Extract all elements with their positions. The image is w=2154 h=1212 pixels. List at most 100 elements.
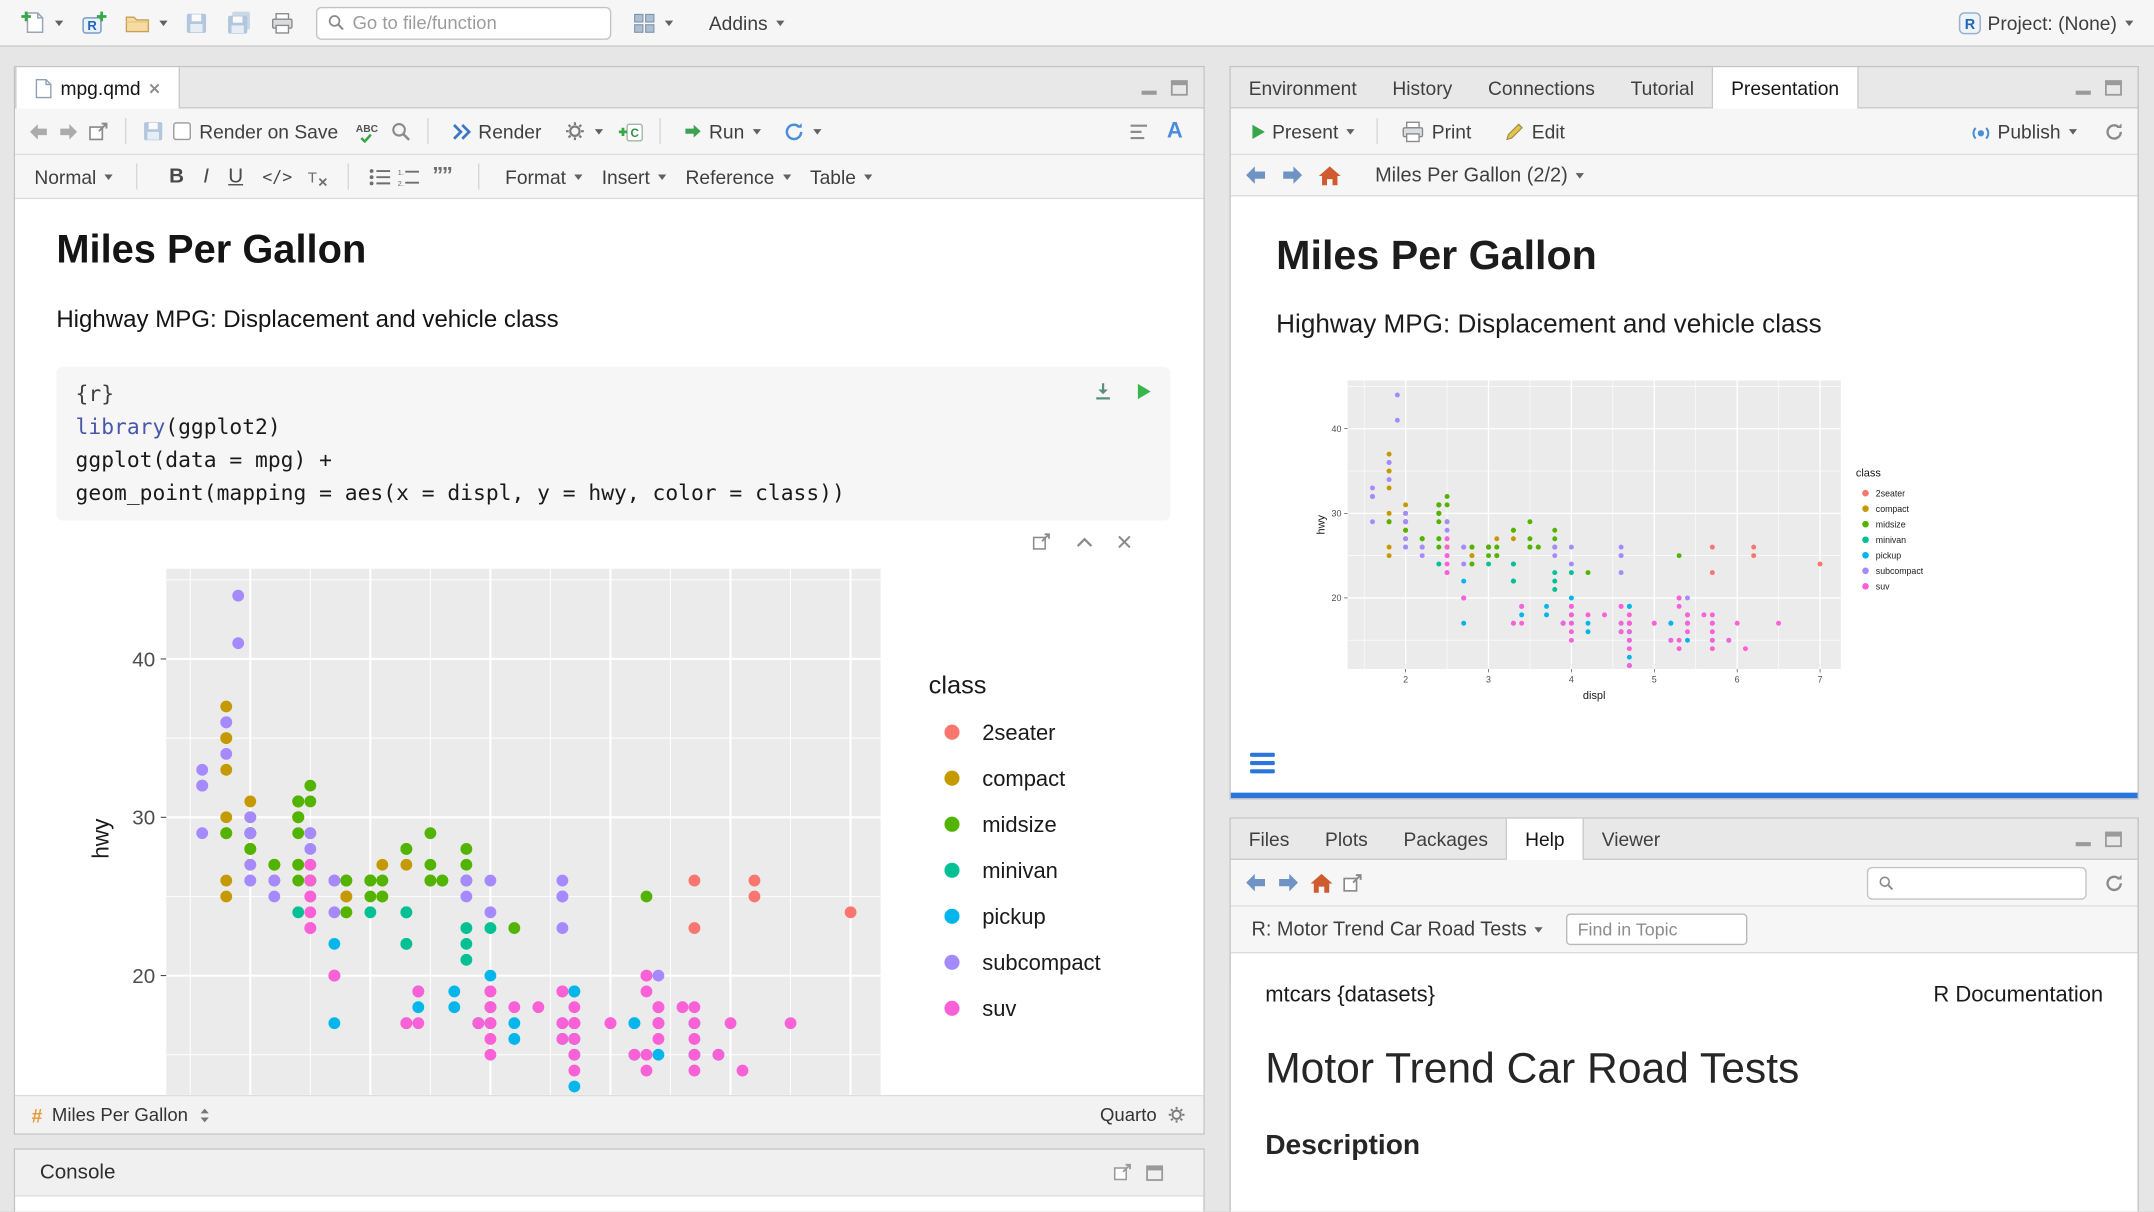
project-menu[interactable]: R Project: (None) — [1950, 8, 2140, 38]
render-on-save-checkbox[interactable] — [173, 122, 191, 140]
presentation-progress-bar[interactable] — [1231, 793, 2138, 798]
close-icon[interactable] — [149, 82, 161, 94]
svg-text:pickup: pickup — [982, 904, 1046, 929]
section-icon: # — [32, 1104, 43, 1126]
addins-button[interactable]: Addins — [702, 9, 791, 36]
tab-tutorial[interactable]: Tutorial — [1613, 67, 1712, 107]
print-button[interactable] — [262, 8, 302, 38]
search-icon[interactable] — [390, 120, 412, 142]
tab-help[interactable]: Help — [1506, 819, 1584, 860]
refresh-icon[interactable] — [2103, 872, 2125, 894]
tab-packages[interactable]: Packages — [1386, 819, 1506, 859]
help-search-input[interactable] — [1902, 872, 2076, 893]
slide-menu-icon[interactable] — [1250, 753, 1275, 773]
run-button[interactable]: Run — [676, 117, 768, 144]
insert-chunk-icon[interactable]: C — [618, 120, 644, 142]
edit-pencil-icon — [1504, 121, 1526, 142]
save-all-icon — [225, 10, 252, 36]
document-format-label[interactable]: Quarto — [1100, 1104, 1157, 1125]
slide-selector[interactable]: Miles Per Gallon (2/2) — [1368, 161, 1591, 188]
tab-mpg-qmd[interactable]: mpg.qmd — [15, 67, 180, 108]
tab-viewer[interactable]: Viewer — [1584, 819, 1678, 859]
tab-plots[interactable]: Plots — [1307, 819, 1385, 859]
run-icon — [683, 122, 704, 140]
output-popout-icon[interactable] — [1032, 532, 1053, 550]
minimize-icon[interactable] — [2074, 79, 2092, 95]
format-options-icon[interactable] — [1166, 1104, 1187, 1125]
popout-icon[interactable] — [1113, 1164, 1134, 1182]
new-file-button[interactable] — [14, 7, 70, 39]
visual-editor[interactable]: Miles Per Gallon Highway MPG: Displaceme… — [15, 199, 1203, 1095]
back-icon[interactable] — [1243, 165, 1268, 186]
topic-selector[interactable]: R: Motor Trend Car Road Tests — [1245, 916, 1551, 943]
tab-presentation[interactable]: Presentation — [1712, 67, 1858, 108]
tab-history[interactable]: History — [1375, 67, 1471, 107]
forward-icon[interactable] — [1276, 872, 1301, 893]
clear-output-icon[interactable] — [1117, 534, 1132, 549]
italic-button[interactable]: I — [196, 165, 215, 188]
goto-file-input[interactable] — [352, 12, 600, 33]
section-navigator[interactable]: Miles Per Gallon — [52, 1104, 188, 1125]
rerun-button[interactable] — [776, 117, 828, 144]
save-button[interactable] — [177, 8, 215, 38]
updown-icon[interactable] — [198, 1107, 212, 1123]
blockquote-button[interactable]: ”” — [425, 164, 458, 189]
forward-icon[interactable] — [1280, 165, 1305, 186]
outline-icon[interactable] — [1128, 122, 1150, 141]
numbered-list-button[interactable]: 1.2. — [397, 167, 420, 186]
back-icon[interactable] — [1243, 872, 1268, 893]
help-search[interactable] — [1867, 866, 2087, 899]
forward-icon[interactable] — [58, 122, 80, 141]
visual-editor-toggle[interactable]: A — [1159, 119, 1191, 144]
maximize-icon[interactable] — [2105, 79, 2123, 95]
tab-environment[interactable]: Environment — [1231, 67, 1375, 107]
code-button[interactable]: </> — [255, 167, 299, 186]
open-file-button[interactable] — [117, 8, 175, 38]
bullet-list-button[interactable] — [368, 167, 391, 186]
spellcheck-icon[interactable]: ABC — [355, 120, 382, 142]
refresh-icon[interactable] — [2103, 120, 2125, 142]
maximize-icon[interactable] — [2105, 830, 2123, 846]
presentation-pane: Environment History Connections Tutorial… — [1229, 66, 2138, 800]
present-button[interactable]: Present — [1243, 117, 1361, 144]
print-presentation-button[interactable]: Print — [1393, 116, 1478, 146]
bold-button[interactable]: B — [162, 165, 191, 188]
present-play-icon — [1250, 122, 1266, 141]
collapse-output-icon[interactable] — [1076, 535, 1094, 547]
chevron-down-icon — [1347, 128, 1355, 133]
paragraph-style-select[interactable]: Normal — [27, 163, 119, 190]
render-options-button[interactable] — [557, 117, 611, 146]
help-content: mtcars {datasets} R Documentation Motor … — [1231, 984, 2138, 1163]
save-icon[interactable] — [141, 120, 164, 143]
maximize-icon[interactable] — [1170, 79, 1188, 95]
goto-file-search[interactable] — [316, 6, 611, 39]
render-button[interactable]: Render — [444, 117, 548, 144]
popout-icon[interactable] — [88, 122, 110, 141]
minimize-icon[interactable] — [2074, 830, 2092, 846]
publish-button[interactable]: Publish — [1963, 117, 2084, 144]
maximize-icon[interactable] — [1146, 1164, 1164, 1180]
home-icon[interactable] — [1309, 872, 1334, 894]
tab-connections[interactable]: Connections — [1470, 67, 1613, 107]
save-all-button[interactable] — [218, 7, 259, 39]
find-in-topic-input[interactable] — [1567, 914, 1748, 946]
home-icon[interactable] — [1317, 164, 1342, 186]
new-project-button[interactable]: R — [73, 6, 114, 39]
workspace-panes-button[interactable] — [625, 8, 680, 38]
run-chunk-icon[interactable] — [1135, 382, 1153, 401]
tab-files[interactable]: Files — [1231, 819, 1307, 859]
minimize-icon[interactable] — [1140, 79, 1158, 95]
format-menu[interactable]: Format — [498, 163, 589, 190]
rstudio-window: R Addins R Project: (None) — [0, 0, 2154, 1212]
run-chunks-above-icon[interactable] — [1092, 381, 1114, 403]
insert-menu[interactable]: Insert — [595, 163, 673, 190]
underline-button[interactable]: U — [221, 165, 250, 188]
table-menu[interactable]: Table — [803, 163, 879, 190]
back-icon[interactable] — [27, 122, 49, 141]
edit-presentation-button[interactable]: Edit — [1497, 117, 1571, 144]
code-chunk[interactable]: {r} library(ggplot2)ggplot(data = mpg) +… — [56, 367, 1170, 521]
svg-text:5: 5 — [1652, 675, 1657, 685]
reference-menu[interactable]: Reference — [679, 163, 798, 190]
clear-format-button[interactable]: T — [305, 167, 328, 186]
popout-icon[interactable] — [1342, 873, 1364, 892]
